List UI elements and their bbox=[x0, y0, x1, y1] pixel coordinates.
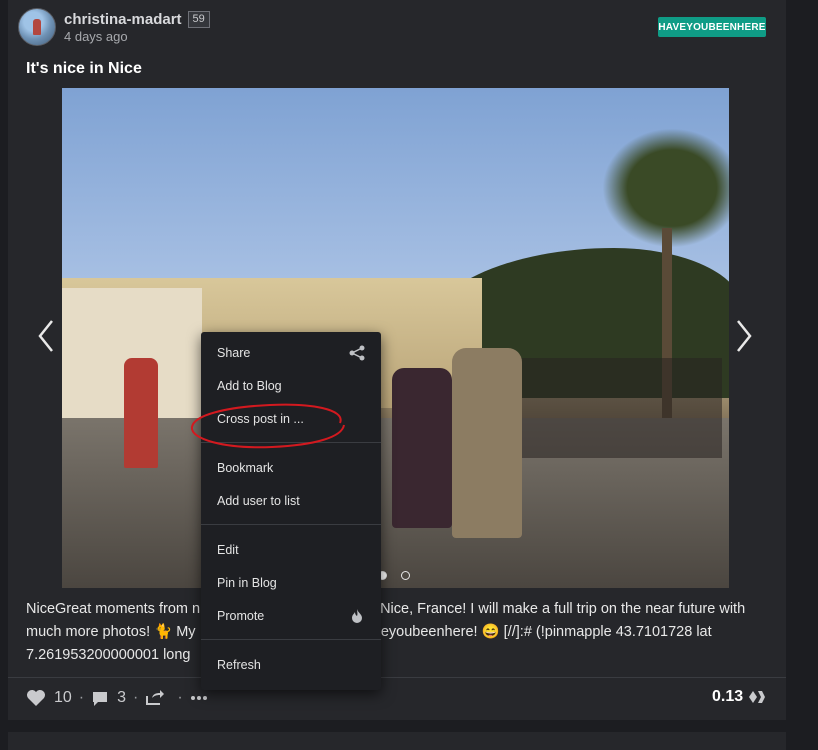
page: christina-madart 59 4 days ago HAVEYOUBE… bbox=[0, 0, 818, 750]
heart-icon[interactable] bbox=[26, 689, 46, 707]
red-circle-annotation bbox=[191, 403, 345, 449]
post-body-line-1a: NiceGreat moments from n bbox=[26, 601, 201, 617]
footer-divider bbox=[8, 677, 786, 678]
footer-separator: · bbox=[177, 689, 183, 706]
menu-separator bbox=[201, 524, 381, 525]
menu-separator bbox=[201, 639, 381, 640]
carousel-dots bbox=[378, 571, 410, 580]
photo-crowd bbox=[502, 358, 722, 458]
menu-item-label: Add user to list bbox=[217, 494, 300, 508]
post-body: NiceGreat moments from n Nice, France! I … bbox=[26, 598, 766, 667]
menu-item-label: Add to Blog bbox=[217, 379, 282, 393]
menu-item-refresh[interactable]: Refresh bbox=[201, 650, 381, 680]
post-date[interactable]: 4 days ago bbox=[64, 29, 210, 44]
post-title[interactable]: It's nice in Nice bbox=[26, 60, 142, 78]
menu-item-add-to-blog[interactable]: Add to Blog bbox=[201, 371, 381, 401]
chevron-left-icon bbox=[38, 320, 53, 352]
next-card-edge bbox=[8, 732, 786, 750]
hive-icon bbox=[749, 691, 766, 703]
author-username[interactable]: christina-madart bbox=[64, 11, 182, 28]
menu-item-share[interactable]: Share bbox=[201, 338, 381, 368]
menu-item-label: Promote bbox=[217, 609, 265, 623]
author-meta: christina-madart 59 4 days ago bbox=[64, 10, 210, 44]
avatar-figure bbox=[33, 19, 41, 35]
menu-item-promote[interactable]: Promote bbox=[201, 601, 381, 631]
author-line: christina-madart 59 bbox=[64, 10, 210, 28]
menu-item-pin-in-blog[interactable]: Pin in Blog bbox=[201, 568, 381, 598]
photo-walker-red bbox=[124, 358, 158, 468]
right-gutter bbox=[786, 0, 818, 750]
community-tag[interactable]: HAVEYOUBEENHERE bbox=[658, 17, 766, 37]
post-body-line-1b: Nice, France! I will make a full trip on… bbox=[380, 601, 746, 617]
carousel-prev-button[interactable] bbox=[34, 316, 58, 356]
post-actions-menu: Share Add to Blog Cross post in ... Book… bbox=[201, 332, 381, 690]
chevron-right-icon bbox=[737, 320, 752, 352]
payout[interactable]: 0.13 bbox=[712, 688, 766, 706]
menu-item-edit[interactable]: Edit bbox=[201, 535, 381, 565]
post-photo[interactable] bbox=[62, 88, 729, 588]
menu-item-label: Bookmark bbox=[217, 461, 274, 475]
comment-count[interactable]: 3 bbox=[117, 689, 126, 707]
post-body-line-2a: much more photos! 🐈 My bbox=[26, 624, 196, 640]
vote-count[interactable]: 10 bbox=[54, 689, 72, 707]
photo-walker-dark bbox=[392, 368, 452, 528]
footer-separator: · bbox=[78, 689, 85, 706]
menu-item-label: Share bbox=[217, 346, 251, 360]
menu-item-label: Pin in Blog bbox=[217, 576, 277, 590]
more-icon[interactable] bbox=[190, 695, 208, 701]
comment-icon[interactable] bbox=[91, 690, 109, 707]
flame-icon bbox=[352, 609, 362, 623]
reblog-icon[interactable] bbox=[145, 690, 165, 706]
post-body-line-2b: veyoubeenhere! 😄 [//]:# (!pinmapple 43.7… bbox=[373, 624, 712, 640]
author-reputation-badge: 59 bbox=[187, 10, 210, 28]
post-body-line-1: NiceGreat moments from n Nice, France! I … bbox=[26, 598, 766, 621]
post-body-line-2: much more photos! 🐈 My veyoubeenhere! 😄 [… bbox=[26, 621, 766, 644]
carousel-dot-2[interactable] bbox=[401, 571, 410, 580]
payout-value: 0.13 bbox=[712, 688, 744, 705]
menu-item-bookmark[interactable]: Bookmark bbox=[201, 453, 381, 483]
menu-item-label: Edit bbox=[217, 543, 239, 557]
photo-walker-man bbox=[452, 348, 522, 538]
menu-item-label: Refresh bbox=[217, 658, 261, 672]
post-footer: 10 · 3 · · bbox=[26, 686, 208, 710]
author-block: christina-madart 59 4 days ago bbox=[18, 8, 210, 46]
menu-item-add-user-to-list[interactable]: Add user to list bbox=[201, 486, 381, 516]
footer-separator: · bbox=[133, 689, 139, 706]
avatar[interactable] bbox=[18, 8, 56, 46]
carousel-next-button[interactable] bbox=[732, 316, 756, 356]
post-body-line-3: 7.261953200000001 long bbox=[26, 647, 191, 663]
share-icon bbox=[349, 345, 365, 361]
